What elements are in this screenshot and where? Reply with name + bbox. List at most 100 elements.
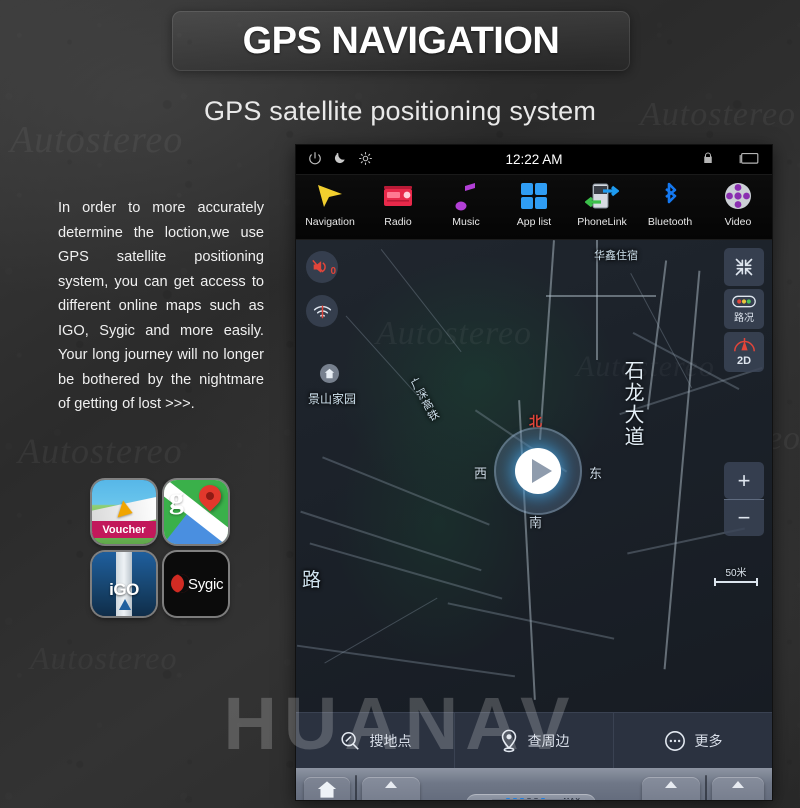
app-icon-grid: Voucher g iGO Sygic bbox=[92, 480, 228, 624]
map-label: 广深高铁 bbox=[407, 375, 441, 425]
map-label: 路 bbox=[302, 570, 322, 591]
map-road bbox=[539, 240, 555, 440]
rear-defrost-car-icon[interactable] bbox=[592, 800, 622, 801]
zoom-out-label: − bbox=[737, 505, 751, 530]
description-text: In order to more accurately determine th… bbox=[58, 200, 264, 412]
app-icon-label: Sygic bbox=[188, 576, 224, 593]
map-toolbar-label: 搜地点 bbox=[369, 732, 412, 749]
climate-control-panel: A/C DUAL AUTO MAX bbox=[296, 768, 772, 800]
map-label: 景山家园 bbox=[308, 392, 357, 406]
map-toolbar-search-place[interactable]: 搜地点 bbox=[296, 713, 454, 768]
compass-west: 西 bbox=[474, 466, 488, 481]
app-bar-item-music[interactable]: Music bbox=[434, 179, 498, 228]
volume-stepper[interactable]: 28 bbox=[712, 777, 764, 800]
collapse-arrows-icon bbox=[735, 258, 753, 276]
map-poi-marker[interactable] bbox=[320, 364, 339, 383]
app-icon-label: Voucher bbox=[92, 521, 156, 538]
map-zoom-out-button[interactable]: − bbox=[724, 499, 764, 536]
music-note-icon bbox=[434, 179, 498, 213]
panel-divider bbox=[705, 775, 707, 800]
status-time: 12:22 AM bbox=[505, 152, 563, 167]
current-position-puck bbox=[515, 448, 561, 494]
app-icon-igo[interactable]: iGO bbox=[92, 552, 156, 616]
map-control-gps-signal[interactable] bbox=[306, 295, 338, 327]
app-bar-label: App list bbox=[516, 216, 552, 228]
app-bar-item-navigation[interactable]: Navigation bbox=[298, 179, 362, 228]
app-icon-voucher[interactable]: Voucher bbox=[92, 480, 156, 544]
app-bar-item-phonelink[interactable]: PhoneLink bbox=[570, 179, 634, 228]
compass-east: 东 bbox=[588, 466, 602, 481]
map-toolbar-label: 查周边 bbox=[527, 732, 570, 749]
app-icon-sygic[interactable]: Sygic bbox=[164, 552, 228, 616]
map-view[interactable]: 0 路况 2D + − 50米 华鑫住宿 景山家园 广深高铁 石龙大道 路 北 … bbox=[296, 240, 772, 712]
map-road bbox=[322, 456, 490, 526]
mute-volume-value: 0 bbox=[330, 266, 336, 277]
app-bar: Navigation Radio Music App list PhoneLin… bbox=[296, 175, 772, 240]
page-subtitle: GPS satellite positioning system bbox=[203, 96, 597, 126]
app-bar-item-radio[interactable]: Radio bbox=[366, 179, 430, 228]
map-road bbox=[663, 270, 701, 670]
status-bar: 12:22 AM bbox=[296, 145, 772, 175]
watermark-autostereo: Autostereo bbox=[376, 315, 533, 352]
compass-widget[interactable]: 北 南 西 东 bbox=[474, 414, 602, 530]
map-toolbar-nearby[interactable]: 查周边 bbox=[454, 713, 613, 768]
map-road bbox=[546, 295, 656, 297]
home-button[interactable] bbox=[317, 780, 337, 800]
map-control-view-mode[interactable]: 2D bbox=[724, 332, 764, 372]
map-scale-bar bbox=[714, 578, 758, 586]
map-label-street: 石龙大道 bbox=[621, 360, 643, 448]
speaker-mute-icon bbox=[312, 259, 326, 273]
map-label: 华鑫住宿 bbox=[594, 250, 638, 262]
map-toolbar-more[interactable]: 更多 bbox=[613, 713, 772, 768]
map-pin-icon bbox=[501, 729, 516, 752]
navigation-arrow-icon bbox=[298, 179, 362, 213]
app-bar-item-video[interactable]: Video bbox=[706, 179, 770, 228]
app-bar-item-app-list[interactable]: App list bbox=[502, 179, 566, 228]
temp-up-icon[interactable] bbox=[385, 781, 397, 788]
climate-nav-buttons bbox=[304, 777, 350, 800]
app-bar-item-bluetooth[interactable]: Bluetooth bbox=[638, 179, 702, 228]
radio-icon bbox=[366, 179, 430, 213]
grid-apps-icon bbox=[502, 179, 566, 213]
map-zoom-in-button[interactable]: + bbox=[724, 462, 764, 499]
app-icon-label: iGO bbox=[109, 580, 139, 599]
left-temperature-stepper[interactable] bbox=[362, 777, 420, 800]
video-reel-icon bbox=[706, 179, 770, 213]
map-road bbox=[300, 510, 482, 571]
map-scale: 50米 bbox=[714, 564, 758, 586]
app-bar-label: Radio bbox=[384, 216, 412, 228]
map-control-label: 2D bbox=[736, 355, 752, 367]
volume-up-icon[interactable] bbox=[732, 781, 744, 788]
traffic-light-icon bbox=[732, 295, 756, 307]
map-control-collapse[interactable] bbox=[724, 248, 764, 286]
display-icon[interactable] bbox=[738, 151, 760, 168]
recirculate-icon[interactable] bbox=[454, 800, 476, 801]
app-bar-label: Navigation bbox=[305, 216, 355, 228]
app-bar-label: Music bbox=[452, 216, 480, 228]
google-g-letter: g bbox=[169, 482, 184, 515]
right-temperature-stepper[interactable] bbox=[642, 777, 700, 800]
compass-south: 南 bbox=[529, 515, 543, 530]
compass-north: 北 bbox=[529, 414, 543, 429]
map-control-mute-volume[interactable]: 0 bbox=[306, 251, 338, 283]
map-road bbox=[324, 597, 438, 664]
map-road bbox=[380, 249, 462, 353]
map-road bbox=[309, 542, 503, 600]
home-poi-icon bbox=[324, 368, 335, 379]
car-head-unit: 12:22 AM Navigation Radio Music App list… bbox=[296, 145, 772, 800]
app-bar-label: Video bbox=[724, 216, 752, 228]
bluetooth-icon bbox=[638, 179, 702, 213]
climate-center-group: A/C DUAL AUTO MAX bbox=[420, 792, 642, 801]
map-control-traffic[interactable]: 路况 bbox=[724, 289, 764, 329]
lock-icon[interactable] bbox=[702, 151, 714, 168]
app-bar-label: Bluetooth bbox=[647, 216, 693, 228]
temp-up-icon[interactable] bbox=[665, 781, 677, 788]
app-icon-google-maps[interactable]: g bbox=[164, 480, 228, 544]
perspective-icon bbox=[733, 337, 755, 352]
map-control-label: 路况 bbox=[734, 312, 754, 324]
home-icon bbox=[317, 780, 337, 798]
zoom-in-label: + bbox=[737, 467, 751, 493]
climate-status-button[interactable]: ON bbox=[485, 798, 577, 800]
title-banner: GPS NAVIGATION bbox=[172, 11, 630, 71]
heading-arrow-icon bbox=[531, 459, 552, 483]
